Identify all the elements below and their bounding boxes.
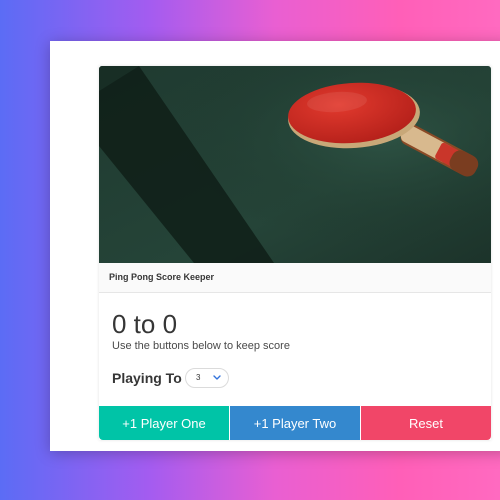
- ping-pong-paddle-photo: [99, 66, 491, 263]
- card-header: Ping Pong Score Keeper: [99, 263, 491, 293]
- card-title: Ping Pong Score Keeper: [109, 272, 215, 282]
- player-two-increment-button[interactable]: +1 Player Two: [230, 406, 360, 440]
- playing-to-select[interactable]: 3: [185, 368, 229, 388]
- app-window: Ping Pong Score Keeper 0 to 0 Use the bu…: [50, 41, 500, 451]
- chevron-down-icon: [213, 375, 221, 380]
- playing-to-select-value: 3: [196, 373, 201, 382]
- score-display: 0 to 0: [112, 309, 178, 339]
- instructions-text: Use the buttons below to keep score: [112, 340, 290, 352]
- reset-button[interactable]: Reset: [361, 406, 491, 440]
- playing-to-label: Playing To: [112, 370, 182, 386]
- player-one-increment-button[interactable]: +1 Player One: [99, 406, 229, 440]
- score-keeper-card: Ping Pong Score Keeper 0 to 0 Use the bu…: [99, 66, 491, 440]
